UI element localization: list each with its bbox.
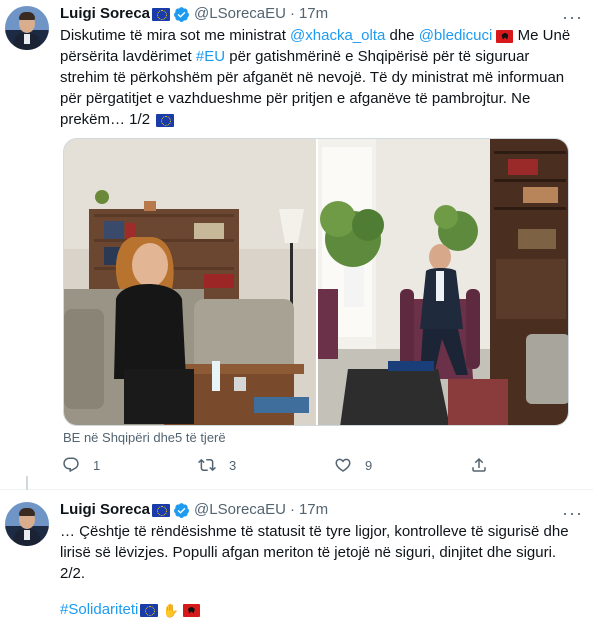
retweet-icon <box>198 458 216 472</box>
mention-link[interactable]: @bledicuci <box>419 27 493 44</box>
retweet-button[interactable]: 3 <box>198 456 236 474</box>
hashtag-link[interactable]: #EU <box>196 48 225 65</box>
reply-button[interactable]: 1 <box>62 456 100 474</box>
author-handle[interactable]: @LSorecaEU <box>194 4 286 24</box>
tagged-users[interactable]: BE në Shqipëri dhe5 të tjerë <box>63 430 226 446</box>
avatar[interactable] <box>5 502 49 546</box>
author-name[interactable]: Luigi Soreca <box>60 4 150 24</box>
thread-connector <box>26 476 28 490</box>
share-icon <box>472 457 486 472</box>
tweet-timestamp[interactable]: 17m <box>299 500 328 520</box>
hashtag-link[interactable]: #Solidariteti <box>60 601 138 618</box>
more-icon[interactable]: ··· <box>562 504 583 522</box>
author-handle[interactable]: @LSorecaEU <box>194 500 286 520</box>
tweet-actions: 1 3 9 <box>60 456 530 476</box>
text-part: Diskutime të mira sot me ministrat <box>60 27 291 44</box>
eu-flag-icon <box>140 603 159 617</box>
eu-flag-icon <box>156 113 175 127</box>
albania-flag-icon <box>182 603 200 617</box>
tweet-timestamp[interactable]: 17m <box>299 4 328 24</box>
author-name[interactable]: Luigi Soreca <box>60 500 150 520</box>
separator-dot: · <box>289 5 295 22</box>
tweet-hashtag-line: #Solidariteti ✋ <box>60 599 580 621</box>
text-part: … Çështje të rëndësishme të statusit të … <box>60 523 569 582</box>
tweet-media[interactable] <box>63 138 569 426</box>
text-part: dhe <box>385 27 419 44</box>
mention-link[interactable]: @xhacka_olta <box>290 27 385 44</box>
tweet-header: Luigi Soreca @LSorecaEU · 17m <box>60 4 328 24</box>
eu-flag-icon <box>152 503 171 517</box>
verified-badge-icon <box>174 502 189 518</box>
tweet-header: Luigi Soreca @LSorecaEU · 17m <box>60 500 328 520</box>
like-button[interactable]: 9 <box>334 456 372 474</box>
tweet-text: Diskutime të mira sot me ministrat @xhac… <box>60 25 580 130</box>
like-icon <box>335 458 351 472</box>
like-count: 9 <box>365 457 373 473</box>
meeting-photo-left <box>64 139 316 425</box>
handshake-icon: ✋ <box>162 602 179 618</box>
photo-right[interactable] <box>318 139 568 425</box>
share-button[interactable] <box>470 456 488 474</box>
reply-count: 1 <box>93 457 101 473</box>
separator-dot: · <box>289 501 295 518</box>
tweet-1[interactable]: Luigi Soreca @LSorecaEU · 17m ··· Diskut… <box>0 0 593 490</box>
verified-badge-icon <box>174 6 189 22</box>
eu-flag-icon <box>152 7 171 21</box>
more-icon[interactable]: ··· <box>562 8 583 26</box>
reply-icon <box>63 457 79 473</box>
meeting-photo-right <box>318 139 568 425</box>
tweet-2[interactable]: Luigi Soreca @LSorecaEU · 17m ··· … Çësh… <box>0 490 593 632</box>
avatar[interactable] <box>5 6 49 50</box>
tweet-text: … Çështje të rëndësishme të statusit të … <box>60 521 580 584</box>
photo-left[interactable] <box>64 139 316 425</box>
albania-flag-icon <box>496 29 514 43</box>
retweet-count: 3 <box>229 457 237 473</box>
